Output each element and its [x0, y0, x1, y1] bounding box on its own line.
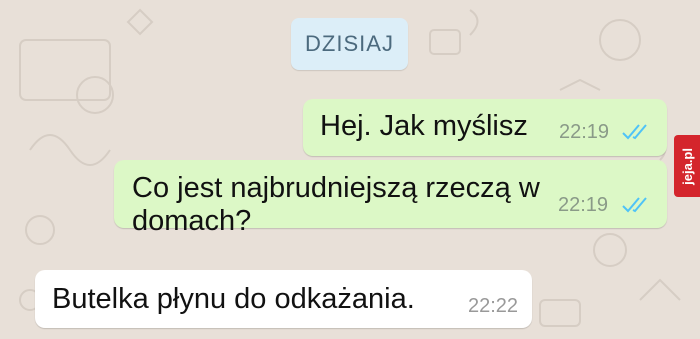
- watermark-text: jeja.pl: [679, 147, 695, 185]
- message-text: Hej. Jak myślisz: [320, 110, 528, 142]
- message-time: 22:19: [558, 194, 609, 216]
- message-text: Butelka płynu do odkażania.: [52, 283, 415, 315]
- date-label: DZISIAJ: [305, 31, 394, 56]
- double-check-icon: [622, 124, 647, 140]
- message-time: 22:19: [559, 121, 610, 143]
- message-text-line-1: Co jest najbrudniejszą rzeczą w: [132, 172, 540, 204]
- watermark-logo: jeja.pl: [674, 135, 700, 197]
- message-time: 22:22: [468, 295, 519, 317]
- message-text-line-2: domach?: [132, 205, 252, 237]
- double-check-icon: [622, 197, 647, 213]
- incoming-message-bubble[interactable]: Butelka płynu do odkażania. 22:22: [35, 270, 532, 328]
- outgoing-message-bubble[interactable]: Hej. Jak myślisz 22:19: [303, 99, 667, 156]
- date-separator: DZISIAJ: [291, 18, 408, 70]
- outgoing-message-bubble[interactable]: Co jest najbrudniejszą rzeczą w domach? …: [114, 160, 667, 237]
